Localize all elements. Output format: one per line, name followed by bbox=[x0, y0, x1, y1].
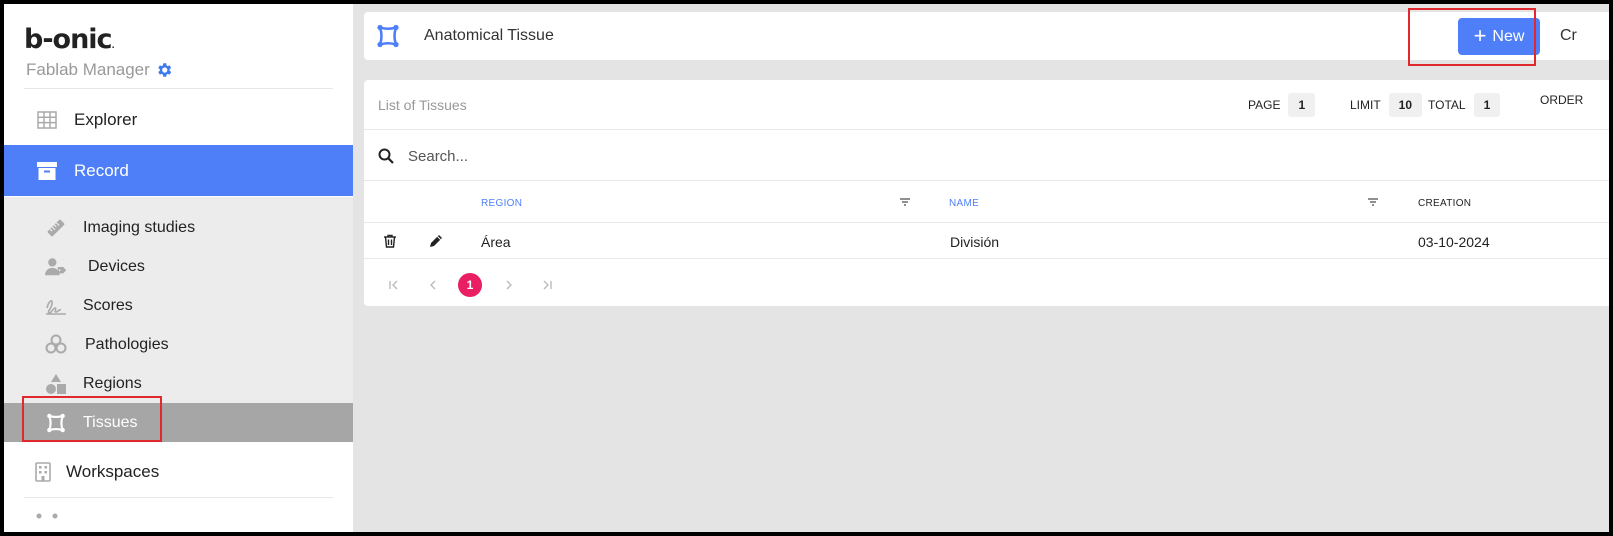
workspace-name: Fablab Manager bbox=[26, 60, 150, 79]
sidebar-item-label: Record bbox=[74, 160, 129, 180]
page-title: Anatomical Tissue bbox=[424, 27, 554, 44]
archive-icon bbox=[36, 160, 58, 182]
list-toolbar: List of Tissues PAGE 1 LIMIT 10 TOTAL 1 … bbox=[364, 80, 1609, 130]
sidebar-item-label: Tissues bbox=[83, 413, 138, 431]
sidebar-item-pathologies[interactable]: Pathologies bbox=[4, 325, 353, 364]
pagination: 1 bbox=[364, 260, 1609, 306]
search-input[interactable] bbox=[408, 144, 908, 168]
sidebar-item-scores[interactable]: Scores bbox=[4, 286, 353, 325]
page-label: PAGE bbox=[1248, 98, 1281, 112]
shapes-icon bbox=[45, 373, 67, 395]
sidebar-item-label: Devices bbox=[88, 257, 145, 275]
total-value: 1 bbox=[1473, 93, 1501, 117]
sidebar-item-workspaces[interactable]: Workspaces bbox=[4, 447, 353, 497]
cell-name: División bbox=[950, 234, 1000, 250]
cell-creation: 03-10-2024 bbox=[1418, 234, 1490, 250]
edit-icon[interactable] bbox=[429, 234, 443, 248]
filter-icon[interactable] bbox=[899, 197, 911, 207]
divider bbox=[24, 88, 333, 89]
list-title: List of Tissues bbox=[378, 97, 467, 113]
last-page-icon bbox=[543, 280, 552, 290]
plus-icon: + bbox=[1473, 22, 1487, 48]
column-header-creation[interactable]: CREATION bbox=[1418, 198, 1471, 209]
trash-icon[interactable] bbox=[383, 234, 397, 248]
sidebar-item-label: Imaging studies bbox=[83, 218, 196, 236]
first-page-icon bbox=[389, 280, 398, 290]
sidebar-item-record[interactable]: Record bbox=[4, 145, 353, 196]
filter-icon[interactable] bbox=[1367, 197, 1379, 207]
sidebar-item-explorer[interactable]: Explorer bbox=[4, 95, 353, 145]
sidebar: b-onic. Fablab Manager Explorer Record I… bbox=[4, 4, 353, 532]
column-header-name[interactable]: NAME bbox=[949, 198, 979, 209]
table-header: REGION NAME CREATION bbox=[364, 181, 1609, 223]
more-icon bbox=[36, 513, 58, 519]
limit-label: LIMIT bbox=[1350, 98, 1381, 112]
sidebar-item-label: Regions bbox=[83, 374, 142, 392]
chevron-right-icon bbox=[506, 280, 512, 290]
new-button[interactable]: + New bbox=[1458, 18, 1540, 55]
app-frame: b-onic. Fablab Manager Explorer Record I… bbox=[4, 4, 1609, 532]
gear-icon[interactable] bbox=[155, 61, 173, 79]
limit-value[interactable]: 10 bbox=[1388, 93, 1423, 117]
search-bar bbox=[364, 131, 1609, 181]
first-page-button[interactable] bbox=[382, 273, 406, 297]
sidebar-item-label: Workspaces bbox=[66, 462, 160, 481]
tissue-icon bbox=[377, 24, 399, 48]
new-button-label: New bbox=[1492, 27, 1525, 45]
order-indicator[interactable]: ORDER bbox=[1540, 93, 1583, 107]
building-icon bbox=[32, 461, 54, 483]
page-indicator: PAGE 1 bbox=[1248, 93, 1316, 117]
ruler-icon bbox=[45, 217, 67, 239]
table-row[interactable]: Área División 03-10-2024 bbox=[364, 223, 1609, 259]
cell-region: Área bbox=[481, 234, 511, 250]
sidebar-item-label: Scores bbox=[83, 296, 133, 314]
page-value[interactable]: 1 bbox=[1288, 93, 1316, 117]
sidebar-item-tissues[interactable]: Tissues bbox=[4, 403, 353, 442]
user-tag-icon bbox=[45, 256, 67, 278]
chevron-left-icon bbox=[430, 280, 436, 290]
divider bbox=[24, 497, 333, 498]
page-header: Anatomical Tissue + New Cr bbox=[364, 12, 1609, 60]
limit-indicator: LIMIT 10 bbox=[1350, 93, 1423, 117]
workspace-subtitle: Fablab Manager bbox=[26, 60, 173, 80]
search-icon bbox=[378, 148, 394, 164]
sidebar-item-imaging-studies[interactable]: Imaging studies bbox=[4, 208, 353, 247]
record-submenu: Imaging studies Devices Scores Pathologi… bbox=[4, 197, 353, 442]
order-label: ORDER bbox=[1540, 93, 1584, 107]
next-page-button[interactable] bbox=[497, 273, 521, 297]
sidebar-item-label: Explorer bbox=[74, 110, 138, 129]
total-label: TOTAL bbox=[1428, 98, 1466, 112]
sidebar-item-devices[interactable]: Devices bbox=[4, 247, 353, 286]
page-1-button[interactable]: 1 bbox=[458, 273, 482, 297]
brand-logo[interactable]: b-onic. bbox=[24, 24, 115, 55]
sidebar-item-regions[interactable]: Regions bbox=[4, 364, 353, 403]
last-page-button[interactable] bbox=[535, 273, 559, 297]
total-indicator: TOTAL 1 bbox=[1428, 93, 1501, 117]
biohazard-icon bbox=[45, 334, 67, 356]
tissue-list-card: List of Tissues PAGE 1 LIMIT 10 TOTAL 1 … bbox=[364, 80, 1609, 306]
sidebar-item-label: Pathologies bbox=[85, 335, 169, 353]
signature-icon bbox=[45, 295, 67, 317]
grid-icon bbox=[36, 109, 58, 131]
prev-page-button[interactable] bbox=[421, 273, 445, 297]
header-truncated-action[interactable]: Cr bbox=[1560, 27, 1577, 45]
column-header-region[interactable]: REGION bbox=[481, 198, 522, 209]
tissue-icon bbox=[45, 412, 67, 434]
